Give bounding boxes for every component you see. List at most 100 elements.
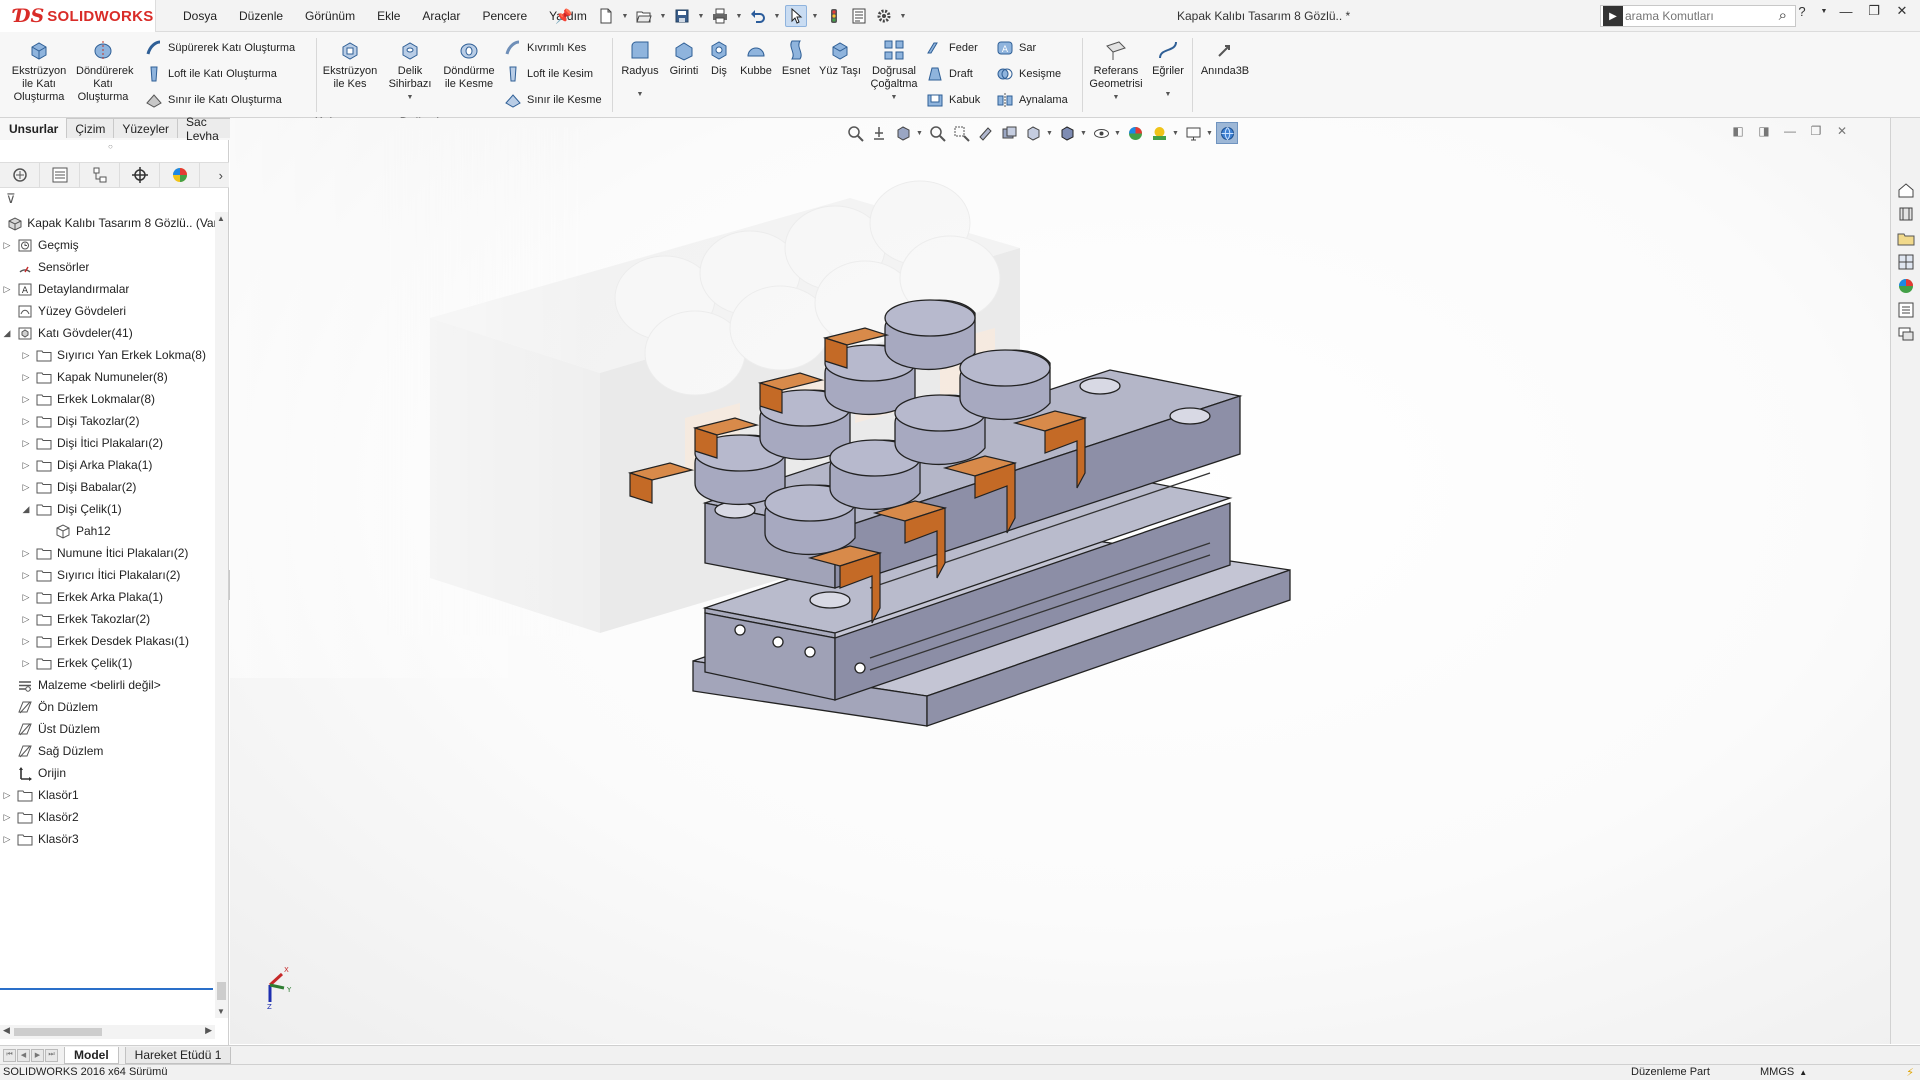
collapsed-arrow-icon[interactable]: ▷ (2, 812, 12, 823)
forum-button[interactable] (1893, 322, 1919, 346)
feature-manager-tab[interactable] (0, 163, 40, 187)
fillet-button[interactable]: Radyus ▼ (618, 38, 662, 101)
collapsed-arrow-icon[interactable]: ▷ (21, 548, 31, 559)
tree-node[interactable]: Sensörler (0, 256, 216, 278)
tree-node[interactable]: Orijin (0, 762, 216, 784)
core-insert[interactable] (959, 349, 1051, 420)
menu-item[interactable]: Pencere (471, 9, 538, 23)
move-face-button[interactable]: Yüz Taşı (818, 38, 862, 78)
loft-boss-button[interactable]: Loft ile Katı Oluşturma (145, 65, 277, 83)
scroll-thumb[interactable] (217, 982, 226, 1000)
custom-properties-button[interactable] (1893, 298, 1919, 322)
solidworks-resources-button[interactable] (1893, 178, 1919, 202)
scroll-up-icon[interactable]: ▲ (217, 214, 225, 223)
dimxpert-manager-tab[interactable] (120, 163, 160, 187)
menu-item[interactable]: Araçlar (411, 9, 471, 23)
display-style-button[interactable] (1056, 122, 1078, 144)
linear-pattern-button[interactable]: Doğrusal Çoğaltma ▼ (866, 38, 922, 104)
tree-vertical-scrollbar[interactable]: ▲ ▼ (215, 212, 228, 1018)
previous-tab-icon[interactable]: ◀ (17, 1048, 30, 1062)
tree-horizontal-scrollbar[interactable]: ◀ ▶ (0, 1025, 215, 1039)
collapsed-arrow-icon[interactable]: ▷ (21, 570, 31, 581)
hide-show-dropdown-caret[interactable]: ▼ (1114, 130, 1122, 137)
collapsed-arrow-icon[interactable]: ▷ (21, 636, 31, 647)
tree-node[interactable]: ▷ Klasör2 (0, 806, 216, 828)
swept-cut-button[interactable]: Kıvrımlı Kes (504, 39, 586, 57)
tree-node[interactable]: Yüzey Gövdeleri (0, 300, 216, 322)
display-manager-tab[interactable] (160, 163, 200, 187)
scene-dropdown-caret[interactable]: ▼ (1172, 130, 1180, 137)
hole-wizard-button[interactable]: Delik Sihirbazı ▼ (384, 38, 436, 104)
collapsed-arrow-icon[interactable]: ▷ (2, 240, 12, 251)
appearances-button[interactable] (1893, 274, 1919, 298)
instant3d-button[interactable]: Anında3B (1196, 38, 1254, 78)
revolve-cut-button[interactable]: Döndürme ile Kesme (440, 38, 498, 91)
tree-node[interactable]: ▷ Sıyırıcı Yan Erkek Lokma(8) (0, 344, 216, 366)
rebuild-status-icon[interactable]: ⚡ (1906, 1066, 1914, 1079)
tree-node[interactable]: ▷ Erkek Desdek Plakası(1) (0, 630, 216, 652)
draft-button[interactable]: Draft (926, 65, 973, 83)
scroll-down-icon[interactable]: ▼ (217, 1007, 225, 1016)
options-dropdown-caret[interactable]: ▼ (898, 13, 908, 20)
boundary-boss-button[interactable]: Sınır ile Katı Oluşturma (145, 91, 282, 109)
scroll-right-icon[interactable]: ▶ (205, 1025, 212, 1036)
edit-appearance-button[interactable] (1124, 122, 1146, 144)
indent-button[interactable]: Girinti (666, 38, 702, 78)
collapsed-arrow-icon[interactable]: ▷ (21, 350, 31, 361)
collapsed-arrow-icon[interactable]: ▷ (21, 460, 31, 471)
new-document-button[interactable] (595, 5, 617, 27)
tree-node[interactable]: ▷ Numune İtici Plakaları(2) (0, 542, 216, 564)
filter-icon[interactable]: ⊽ (6, 191, 16, 207)
open-dropdown-caret[interactable]: ▼ (658, 13, 668, 20)
menu-item[interactable]: Düzenle (228, 9, 294, 23)
mirror-button[interactable]: Aynalama (996, 91, 1068, 109)
tab-item[interactable]: Unsurlar (0, 118, 68, 138)
zoom-to-fit-button[interactable] (844, 122, 866, 144)
tree-node[interactable]: ▷ Kapak Numuneler(8) (0, 366, 216, 388)
collapsed-arrow-icon[interactable]: ▷ (21, 394, 31, 405)
display-style-dropdown-caret[interactable]: ▼ (1080, 130, 1088, 137)
core-insert[interactable] (884, 299, 976, 370)
reference-geometry-dropdown[interactable]: ▼ (1113, 91, 1120, 104)
expanded-arrow-icon[interactable]: ◢ (21, 504, 31, 515)
chevron-right-icon[interactable]: › (219, 168, 223, 183)
linear-pattern-dropdown[interactable]: ▼ (891, 91, 898, 104)
tree-node[interactable]: ▷ Erkek Lokmalar(8) (0, 388, 216, 410)
tree-node[interactable]: ▷ Klasör3 (0, 828, 216, 850)
tree-node[interactable]: ▷ Dişi Babalar(2) (0, 476, 216, 498)
view-palette-pane-button[interactable] (1893, 250, 1919, 274)
collapsed-arrow-icon[interactable]: ▷ (21, 658, 31, 669)
tree-node[interactable]: Ön Düzlem (0, 696, 216, 718)
menu-item[interactable]: Dosya (172, 9, 228, 23)
menu-item[interactable]: Ekle (366, 9, 411, 23)
fillet-dropdown[interactable]: ▼ (637, 88, 644, 101)
view-settings-dropdown-caret[interactable]: ▼ (1206, 130, 1214, 137)
search-commands-box[interactable]: ▶ ⌕ (1600, 5, 1796, 27)
tree-node[interactable]: ▷ Erkek Arka Plaka(1) (0, 586, 216, 608)
minimize-document-icon[interactable]: — (1782, 124, 1798, 138)
help-icon[interactable]: ? (1792, 4, 1812, 19)
design-library-button[interactable] (1893, 202, 1919, 226)
tree-node[interactable]: ▷ Erkek Çelik(1) (0, 652, 216, 674)
undo-button[interactable] (747, 5, 769, 27)
thread-button[interactable]: Diş (704, 38, 734, 78)
split-view-left-icon[interactable]: ◧ (1730, 124, 1746, 138)
save-dropdown-caret[interactable]: ▼ (696, 13, 706, 20)
loft-cut-button[interactable]: Loft ile Kesim (504, 65, 593, 83)
tree-node[interactable]: ▷ Sıyırıcı İtici Plakaları(2) (0, 564, 216, 586)
search-icon[interactable]: ⌕ (1779, 7, 1787, 24)
collapsed-arrow-icon[interactable]: ▷ (21, 482, 31, 493)
scroll-left-icon[interactable]: ◀ (3, 1025, 10, 1036)
intersect-button[interactable]: Kesişme (996, 65, 1061, 83)
tab-item[interactable]: Çizim (66, 118, 115, 138)
restore-window-icon[interactable]: ❐ (1864, 3, 1884, 19)
open-button[interactable] (633, 5, 655, 27)
mold-model-3d[interactable] (230, 118, 1890, 1044)
restore-document-icon[interactable]: ❐ (1808, 124, 1824, 138)
tree-node[interactable]: Malzeme <belirli değil> (0, 674, 216, 696)
curves-dropdown[interactable]: ▼ (1165, 88, 1172, 101)
graphics-area[interactable]: ▼ ▼ ▼ ▼ ▼ ▼ ◧ ◨ — ❐ ✕ X Y Z (230, 118, 1890, 1044)
tree-node[interactable]: Pah12 (0, 520, 216, 542)
close-document-icon[interactable]: ✕ (1834, 124, 1850, 138)
tree-node[interactable]: ▷ Dişi Takozlar(2) (0, 410, 216, 432)
